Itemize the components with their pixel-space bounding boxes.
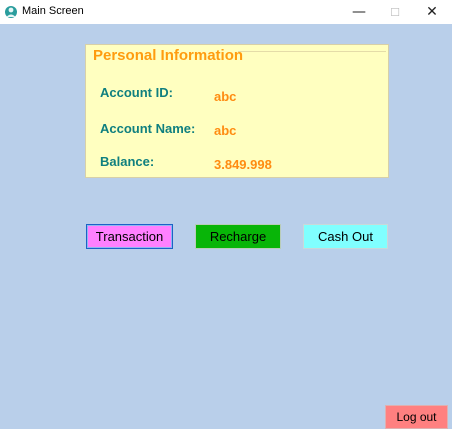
minimize-icon[interactable]: — [341,0,377,24]
cash-out-button[interactable]: Cash Out [303,224,388,249]
account-id-value: abc [214,89,237,104]
balance-label: Balance: [100,154,155,169]
account-id-label: Account ID: [100,85,173,100]
account-name-value: abc [214,123,237,138]
maximize-icon[interactable]: ☐ [377,0,413,24]
panel-divider [238,51,386,52]
recharge-button[interactable]: Recharge [195,224,281,249]
log-out-button[interactable]: Log out [385,405,448,429]
account-name-label: Account Name: [100,121,196,136]
panel-heading: Personal Information [93,47,244,64]
transaction-button[interactable]: Transaction [86,224,173,249]
balance-value: 3.849.998 [214,157,272,172]
app-icon [5,6,17,18]
window-title: Main Screen [22,5,84,17]
title-bar[interactable]: Main Screen — ☐ ✕ [0,0,452,24]
personal-info-panel: Personal Information Account ID: abc Acc… [85,44,389,178]
close-icon[interactable]: ✕ [414,0,450,24]
main-window: Main Screen — ☐ ✕ Personal Information A… [0,0,452,429]
